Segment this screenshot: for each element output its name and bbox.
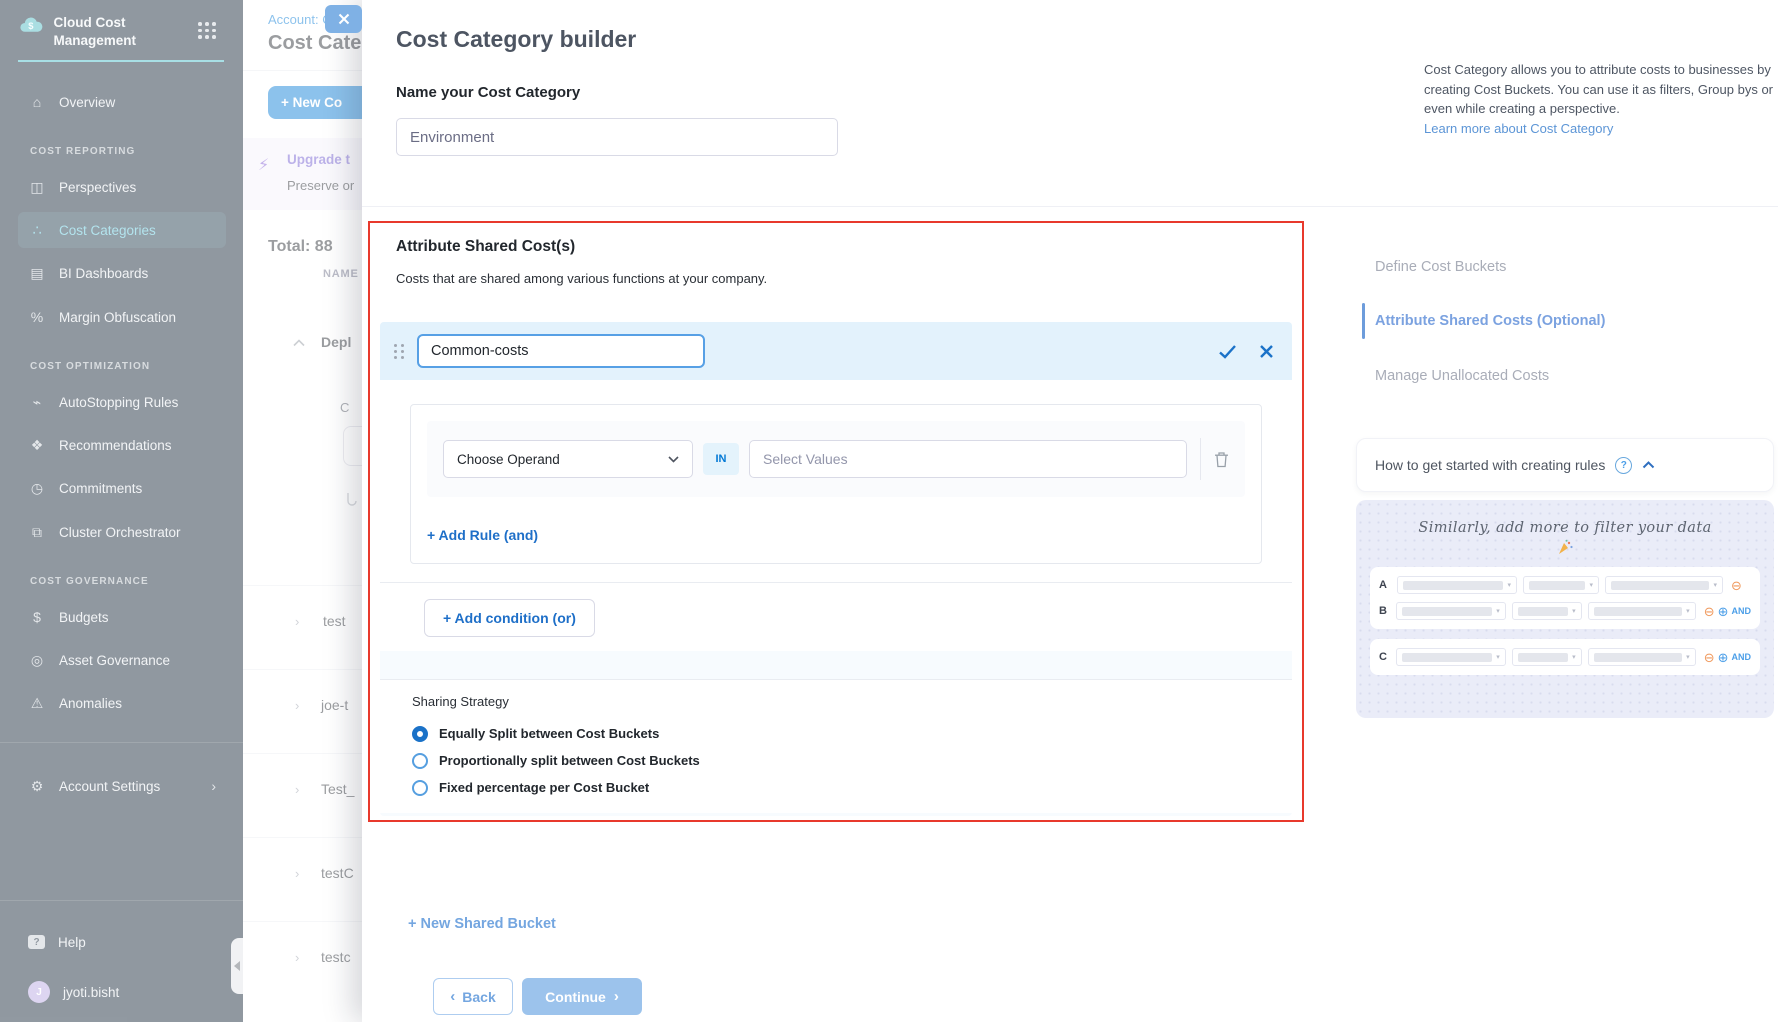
howto-rule-row: C ▾ ▾ ▾ ⊖ ⊕ AND (1379, 644, 1751, 670)
howto-header[interactable]: How to get started with creating rules ? (1356, 438, 1774, 492)
modal-title: Cost Category builder (396, 26, 636, 53)
help-circle-icon[interactable]: ? (1615, 457, 1632, 474)
placeholder-select: ▾ (1588, 648, 1696, 666)
radio-icon[interactable] (412, 780, 428, 796)
cancel-x-icon[interactable] (1259, 344, 1274, 359)
party-popper-icon (1370, 539, 1760, 557)
shared-costs-heading: Attribute Shared Cost(s) (396, 238, 575, 256)
sharing-strategy-label: Sharing Strategy (412, 694, 1260, 709)
chevron-left-icon: ‹ (450, 989, 455, 1004)
placeholder-select: ▾ (1396, 602, 1506, 620)
strategy-option-equal[interactable]: Equally Split between Cost Buckets (412, 720, 1260, 747)
operand-select[interactable]: Choose Operand (443, 440, 693, 478)
and-label: AND (1732, 606, 1752, 616)
chevron-down-icon (668, 456, 679, 463)
values-select[interactable]: Select Values (749, 440, 1187, 478)
section-divider (362, 206, 1778, 207)
howto-rule-row: A ▾ ▾ ▾ ⊖ (1379, 572, 1751, 598)
shared-costs-description: Costs that are shared among various func… (396, 271, 767, 286)
name-label: Name your Cost Category (396, 84, 580, 101)
active-step-indicator (1362, 303, 1365, 339)
howto-rule-group-c: C ▾ ▾ ▾ ⊖ ⊕ AND (1370, 639, 1760, 675)
and-label: AND (1732, 652, 1752, 662)
app-root: $ Cloud Cost Management ⌂ Overview COST … (0, 0, 1778, 1022)
remove-rule-icon: ⊖ (1731, 579, 1742, 592)
howto-title: How to get started with creating rules (1375, 457, 1605, 473)
step-define-cost-buckets[interactable]: Define Cost Buckets (1375, 259, 1506, 275)
placeholder-select: ▾ (1523, 576, 1599, 594)
dimmed-backdrop: $ Cloud Cost Management ⌂ Overview COST … (0, 0, 362, 1022)
placeholder-select: ▾ (1588, 602, 1696, 620)
placeholder-select: ▾ (1512, 648, 1582, 666)
drag-handle-icon[interactable] (394, 344, 404, 359)
modal-close-button[interactable] (325, 5, 362, 33)
shared-bucket-card: Common-costs Choose Operand IN (380, 322, 1292, 816)
rule-row: Choose Operand IN Select Values (427, 421, 1245, 497)
placeholder-select: ▾ (1605, 576, 1723, 594)
placeholder-select: ▾ (1396, 648, 1506, 666)
back-button[interactable]: ‹ Back (433, 978, 513, 1015)
about-panel: Cost Category allows you to attribute co… (1424, 60, 1778, 138)
learn-more-link[interactable]: Learn more about Cost Category (1424, 121, 1613, 136)
radio-icon[interactable] (412, 753, 428, 769)
delete-rule-button[interactable] (1200, 438, 1229, 480)
add-rule-icon: ⊕ (1718, 605, 1729, 618)
operator-badge[interactable]: IN (703, 443, 739, 475)
confirm-check-icon[interactable] (1218, 344, 1237, 359)
conditions-section: Choose Operand IN Select Values (380, 380, 1292, 582)
rule-card: Choose Operand IN Select Values (410, 404, 1262, 564)
remove-rule-icon: ⊖ (1704, 651, 1715, 664)
remove-rule-icon: ⊖ (1704, 605, 1715, 618)
howto-rule-row: B ▾ ▾ ▾ ⊖ ⊕ AND (1379, 598, 1751, 624)
strategy-option-fixed[interactable]: Fixed percentage per Cost Bucket (412, 774, 1260, 801)
cost-category-builder-modal: Cost Category builder Name your Cost Cat… (362, 0, 1778, 1022)
sharing-strategy-section: Sharing Strategy Equally Split between C… (380, 680, 1292, 813)
bucket-name-input[interactable]: Common-costs (417, 334, 705, 368)
chevron-right-icon: › (614, 989, 619, 1004)
howto-hint-text: Similarly, add more to filter your data (1370, 520, 1760, 536)
trash-icon (1214, 451, 1229, 468)
add-condition-button[interactable]: + Add condition (or) (424, 599, 595, 637)
step-manage-unallocated-costs[interactable]: Manage Unallocated Costs (1375, 368, 1549, 384)
new-shared-bucket-link[interactable]: + New Shared Bucket (408, 916, 556, 932)
add-rule-link[interactable]: + Add Rule (and) (411, 513, 1261, 563)
howto-illustration-panel: Similarly, add more to filter your data … (1356, 500, 1774, 718)
radio-selected-icon[interactable] (412, 726, 428, 742)
modal-dim-overlay (0, 0, 362, 1022)
step-attribute-shared-costs[interactable]: Attribute Shared Costs (Optional) (1375, 313, 1605, 329)
placeholder-select: ▾ (1397, 576, 1517, 594)
strategy-option-proportional[interactable]: Proportionally split between Cost Bucket… (412, 747, 1260, 774)
continue-button[interactable]: Continue › (522, 978, 642, 1015)
chevron-up-icon[interactable] (1642, 461, 1655, 469)
cost-category-name-input[interactable]: Environment (396, 118, 838, 156)
placeholder-select: ▾ (1512, 602, 1582, 620)
add-condition-section: + Add condition (or) (380, 583, 1292, 651)
about-text: Cost Category allows you to attribute co… (1424, 60, 1778, 119)
add-rule-icon: ⊕ (1718, 651, 1729, 664)
close-icon (338, 13, 350, 25)
howto-rule-group-ab: A ▾ ▾ ▾ ⊖ B ▾ ▾ ▾ ⊖ ⊕ AND (1370, 567, 1760, 629)
shared-bucket-header: Common-costs (380, 322, 1292, 380)
